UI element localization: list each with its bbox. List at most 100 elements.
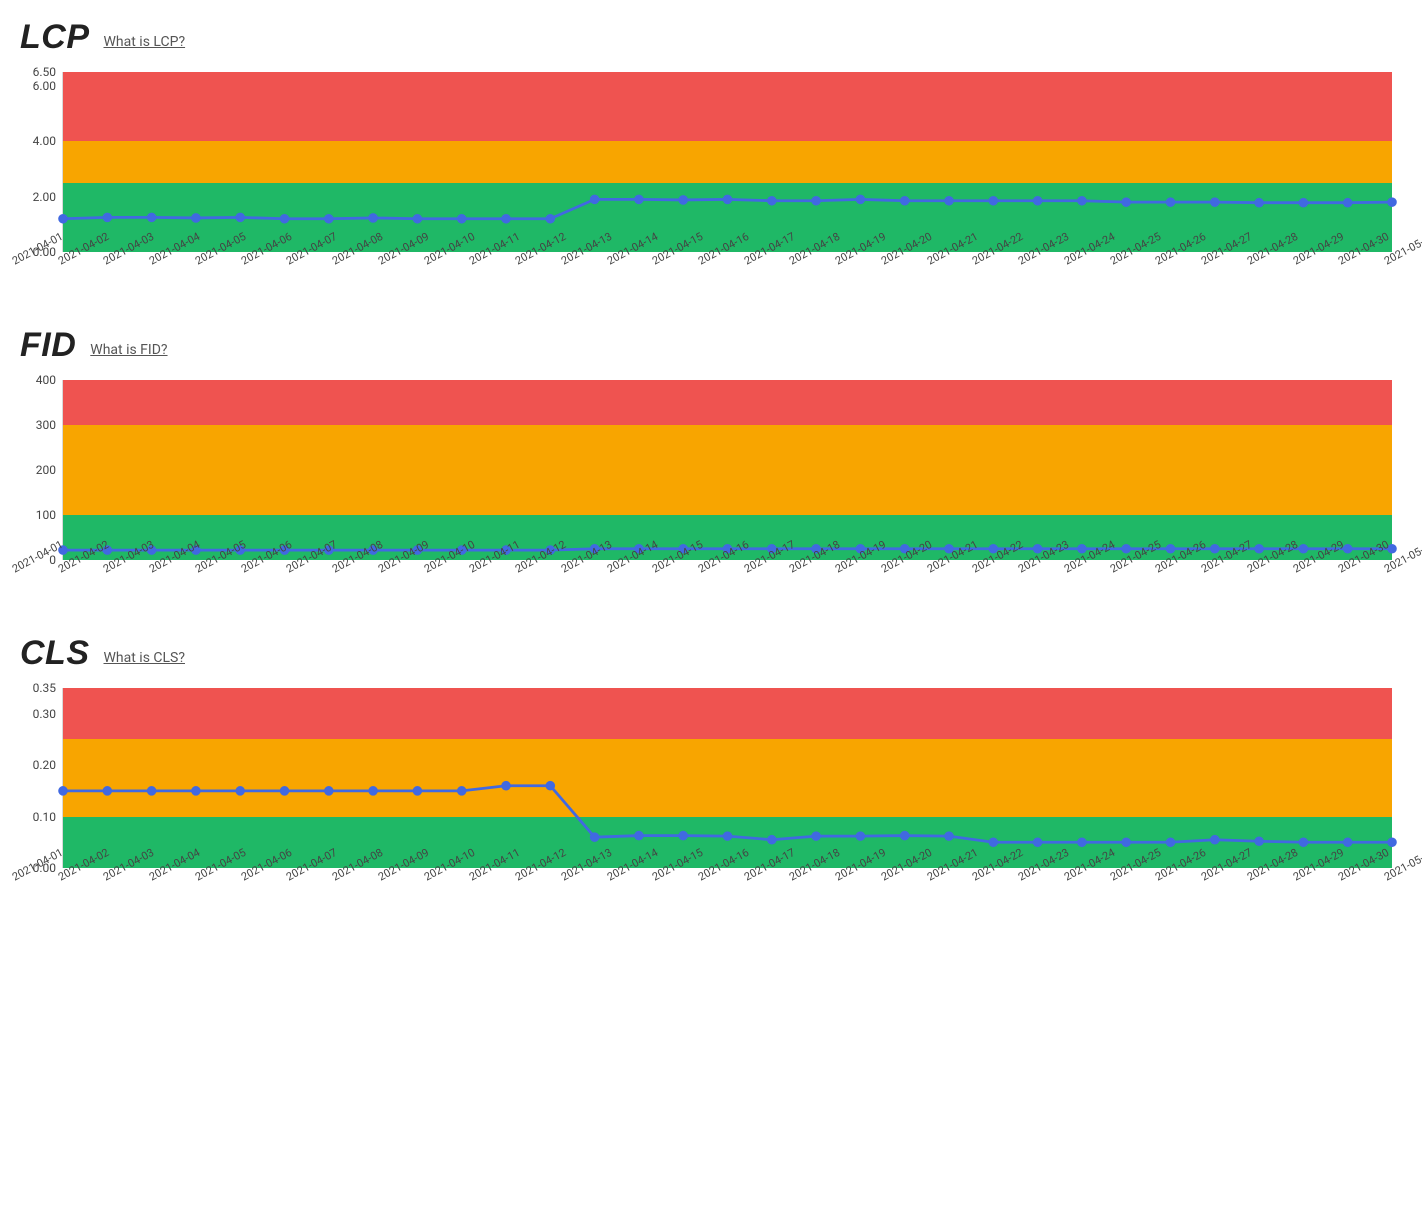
data-point[interactable]	[900, 831, 909, 840]
data-point[interactable]	[457, 787, 466, 796]
y-tick: 2.00	[33, 190, 56, 204]
data-point[interactable]	[1166, 838, 1175, 847]
data-point[interactable]	[856, 832, 865, 841]
data-point[interactable]	[989, 196, 998, 205]
data-point[interactable]	[103, 213, 112, 222]
data-point[interactable]	[413, 787, 422, 796]
y-tick: 0.35	[33, 681, 56, 695]
data-point[interactable]	[1211, 198, 1220, 207]
data-point[interactable]	[1388, 198, 1397, 207]
plot-area	[62, 688, 1392, 868]
x-axis: 2021-04-012021-04-022021-04-032021-04-04…	[62, 560, 1422, 608]
y-tick: 6.00	[33, 79, 56, 93]
data-point[interactable]	[900, 196, 909, 205]
data-point[interactable]	[1343, 198, 1352, 207]
data-point[interactable]	[147, 787, 156, 796]
data-point[interactable]	[1211, 544, 1220, 553]
data-point[interactable]	[723, 195, 732, 204]
data-point[interactable]	[635, 195, 644, 204]
y-tick: 300	[36, 418, 56, 432]
help-link-lcp[interactable]: What is LCP?	[104, 34, 186, 50]
y-tick: 6.50	[33, 65, 56, 79]
data-point[interactable]	[945, 832, 954, 841]
section-heading: LCPWhat is LCP?	[20, 20, 1392, 54]
data-point[interactable]	[192, 787, 201, 796]
data-point[interactable]	[1343, 838, 1352, 847]
data-point[interactable]	[147, 213, 156, 222]
data-point[interactable]	[369, 214, 378, 223]
data-point[interactable]	[590, 195, 599, 204]
section-heading: FID What is FID?	[20, 328, 1392, 362]
data-point[interactable]	[413, 214, 422, 223]
data-point[interactable]	[59, 214, 68, 223]
data-point[interactable]	[812, 832, 821, 841]
help-link-fid[interactable]: What is FID?	[90, 342, 167, 358]
section-title-cls: CLS	[20, 636, 90, 670]
data-point[interactable]	[768, 835, 777, 844]
data-point[interactable]	[679, 196, 688, 205]
data-point[interactable]	[1122, 198, 1131, 207]
data-point[interactable]	[192, 214, 201, 223]
x-axis: 2021-04-012021-04-022021-04-032021-04-04…	[62, 868, 1422, 916]
data-point[interactable]	[457, 214, 466, 223]
data-point[interactable]	[236, 787, 245, 796]
data-markers	[63, 688, 1392, 868]
y-tick: 400	[36, 373, 56, 387]
section-title-fid: FID	[20, 328, 76, 362]
data-point[interactable]	[546, 781, 555, 790]
data-point[interactable]	[546, 214, 555, 223]
data-point[interactable]	[989, 838, 998, 847]
plot-area	[62, 72, 1392, 252]
data-point[interactable]	[768, 196, 777, 205]
data-markers	[63, 380, 1392, 560]
chart-section-cls: CLSWhat is CLS?0.000.100.200.300.352021-…	[20, 636, 1392, 916]
data-point[interactable]	[856, 195, 865, 204]
data-point[interactable]	[1122, 838, 1131, 847]
data-point[interactable]	[369, 787, 378, 796]
data-point[interactable]	[1388, 838, 1397, 847]
data-point[interactable]	[1211, 835, 1220, 844]
data-point[interactable]	[280, 787, 289, 796]
data-point[interactable]	[325, 214, 334, 223]
data-point[interactable]	[1033, 196, 1042, 205]
y-tick: 0.20	[33, 758, 56, 772]
plot-area	[62, 380, 1392, 560]
data-point[interactable]	[635, 831, 644, 840]
data-point[interactable]	[1299, 838, 1308, 847]
chart-section-lcp: LCPWhat is LCP?0.002.004.006.006.502021-…	[20, 20, 1392, 300]
data-point[interactable]	[1299, 198, 1308, 207]
web-vitals-dashboard: LCPWhat is LCP?0.002.004.006.006.502021-…	[0, 0, 1422, 956]
y-tick: 4.00	[33, 134, 56, 148]
data-point[interactable]	[59, 787, 68, 796]
data-point[interactable]	[103, 787, 112, 796]
y-axis: 0100200300400	[20, 380, 62, 560]
data-point[interactable]	[1255, 837, 1264, 846]
x-axis: 2021-04-012021-04-022021-04-032021-04-04…	[62, 252, 1422, 300]
chart-section-fid: FIDWhat is FID?01002003004002021-04-0120…	[20, 328, 1392, 608]
data-point[interactable]	[1078, 196, 1087, 205]
y-tick: 100	[36, 508, 56, 522]
data-point[interactable]	[1255, 198, 1264, 207]
data-point[interactable]	[1166, 198, 1175, 207]
help-link-cls[interactable]: What is CLS?	[104, 650, 185, 666]
data-point[interactable]	[1255, 544, 1264, 553]
data-point[interactable]	[945, 196, 954, 205]
chart-fid: 0100200300400	[20, 380, 1392, 560]
data-point[interactable]	[590, 833, 599, 842]
data-point[interactable]	[723, 832, 732, 841]
data-point[interactable]	[502, 781, 511, 790]
data-point[interactable]	[1078, 838, 1087, 847]
data-point[interactable]	[1033, 838, 1042, 847]
data-point[interactable]	[502, 214, 511, 223]
y-axis: 0.002.004.006.006.50	[20, 72, 62, 252]
data-point[interactable]	[679, 831, 688, 840]
data-point[interactable]	[236, 213, 245, 222]
data-markers	[63, 72, 1392, 252]
data-point[interactable]	[1299, 544, 1308, 553]
data-point[interactable]	[280, 214, 289, 223]
y-tick: 0.10	[33, 810, 56, 824]
data-point[interactable]	[812, 196, 821, 205]
section-heading: CLS What is CLS?	[20, 636, 1392, 670]
y-tick: 0.30	[33, 707, 56, 721]
data-point[interactable]	[325, 787, 334, 796]
